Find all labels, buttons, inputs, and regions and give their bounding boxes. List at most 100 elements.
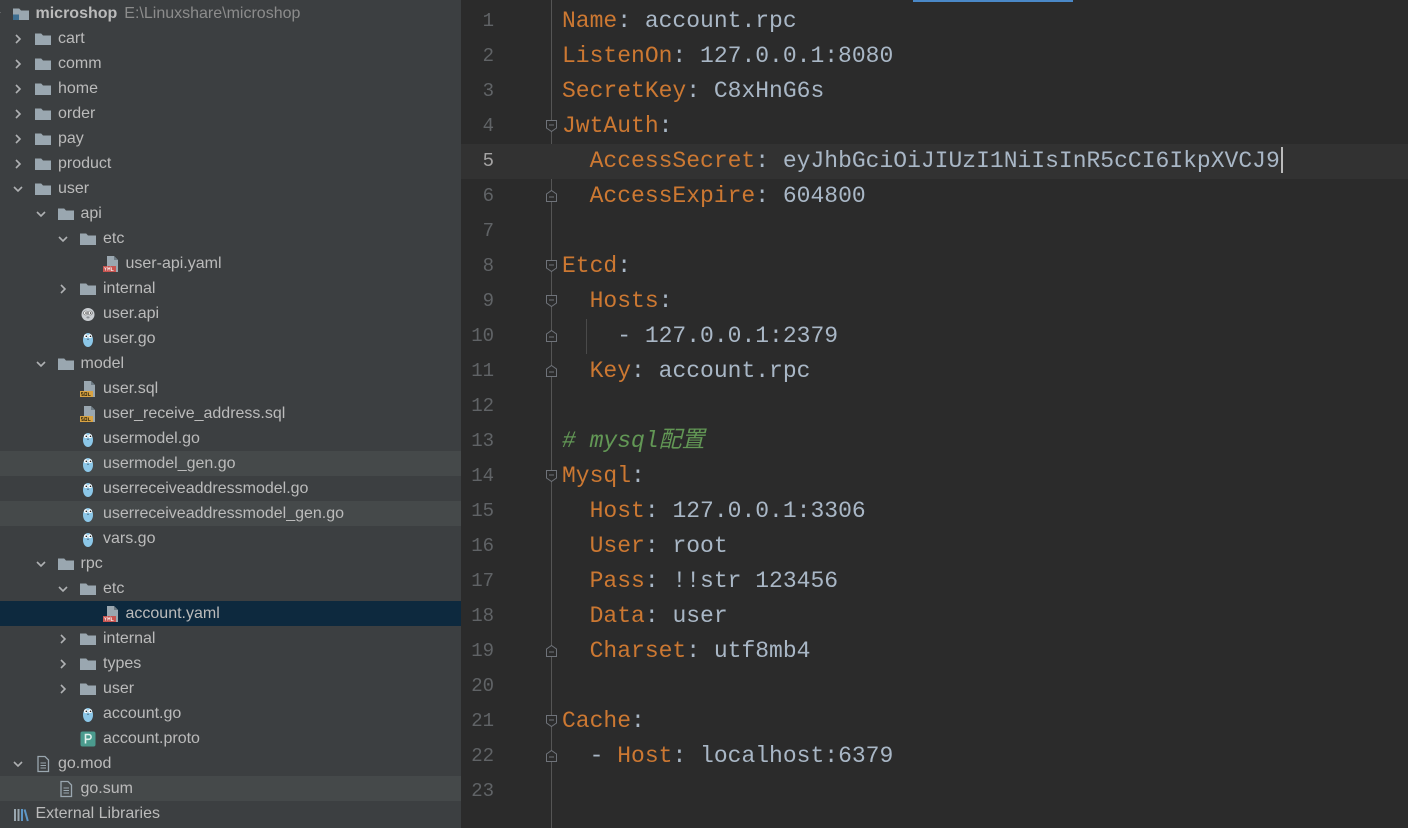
tree-item-label: rpc	[80, 555, 103, 572]
tree-item-usermodel-gen-go[interactable]: usermodel_gen.go	[0, 451, 461, 476]
chevron-down-icon[interactable]	[35, 358, 47, 370]
tree-item-text: account.go	[103, 701, 181, 726]
fold-end-icon[interactable]	[545, 749, 558, 763]
tree-item-account-go[interactable]: account.go	[0, 701, 461, 726]
fold-end-icon[interactable]	[545, 329, 558, 343]
tree-item-user-api[interactable]: user.api	[0, 301, 461, 326]
code-line[interactable]: 18 Data: user	[461, 599, 1408, 634]
code-line[interactable]: 10 - 127.0.0.1:2379	[461, 319, 1408, 354]
chevron-right-icon[interactable]	[57, 658, 69, 670]
code-line[interactable]: 12	[461, 389, 1408, 424]
chevron-right-icon[interactable]	[12, 33, 24, 45]
code-line[interactable]: 14 Mysql:	[461, 459, 1408, 494]
tree-item-user[interactable]: user	[0, 676, 461, 701]
tree-item-rpc[interactable]: rpc	[0, 551, 461, 576]
yaml-key: JwtAuth	[562, 112, 659, 139]
code-line[interactable]: 21 Cache:	[461, 704, 1408, 739]
tree-item-go-mod[interactable]: go.mod	[0, 751, 461, 776]
chevron-down-icon[interactable]	[57, 583, 69, 595]
code-line[interactable]: 8 Etcd:	[461, 249, 1408, 284]
code-line[interactable]: 6 AccessExpire: 604800	[461, 179, 1408, 214]
tree-item-cart[interactable]: cart	[0, 26, 461, 51]
chevron-right-icon[interactable]	[12, 58, 24, 70]
code-line[interactable]: 17 Pass: !!str 123456	[461, 564, 1408, 599]
code-line[interactable]: 3 SecretKey: C8xHnG6s	[461, 74, 1408, 109]
fold-start-icon[interactable]	[545, 294, 558, 308]
tree-item-internal[interactable]: internal	[0, 276, 461, 301]
tree-item-microshop[interactable]: microshop E:\Linuxshare\microshop	[0, 1, 461, 26]
tree-item-product[interactable]: product	[0, 151, 461, 176]
chevron-down-icon[interactable]	[35, 208, 47, 220]
tree-item-user[interactable]: user	[0, 176, 461, 201]
line-number: 21	[471, 709, 494, 732]
chevron-right-icon[interactable]	[12, 83, 24, 95]
code-line[interactable]: 2 ListenOn: 127.0.0.1:8080	[461, 39, 1408, 74]
tree-item-internal[interactable]: internal	[0, 626, 461, 651]
chevron-right-icon[interactable]	[12, 108, 24, 120]
tree-item-userreceiveaddressmodel-gen-go[interactable]: userreceiveaddressmodel_gen.go	[0, 501, 461, 526]
fold-end-icon[interactable]	[545, 189, 558, 203]
code-line[interactable]: 15 Host: 127.0.0.1:3306	[461, 494, 1408, 529]
fold-start-icon[interactable]	[545, 714, 558, 728]
chevron-right-icon[interactable]	[12, 133, 24, 145]
tree-item-vars-go[interactable]: vars.go	[0, 526, 461, 551]
chevron-right-icon[interactable]	[12, 158, 24, 170]
chevron-down-icon[interactable]	[35, 558, 47, 570]
code-line[interactable]: 20	[461, 669, 1408, 704]
code-lines[interactable]: 1 Name: account.rpc 2 ListenOn: 127.0.0.1:8…	[461, 4, 1408, 809]
tree-item-comm[interactable]: comm	[0, 51, 461, 76]
tree-item-text: microshop E:\Linuxshare\microshop	[36, 1, 301, 26]
code-line[interactable]: 7	[461, 214, 1408, 249]
code-line[interactable]: 23	[461, 774, 1408, 809]
tree-item-user-sql[interactable]: user.sql	[0, 376, 461, 401]
tree-item-order[interactable]: order	[0, 101, 461, 126]
tree-item-text: cart	[58, 26, 85, 51]
code-line[interactable]: 22 - Host: localhost:6379	[461, 739, 1408, 774]
fold-end-icon[interactable]	[545, 644, 558, 658]
code-editor[interactable]: 1 Name: account.rpc 2 ListenOn: 127.0.0.1:8…	[461, 0, 1408, 828]
code-line[interactable]: 4 JwtAuth:	[461, 109, 1408, 144]
tree-item-model[interactable]: model	[0, 351, 461, 376]
code-line[interactable]: 16 User: root	[461, 529, 1408, 564]
tree-item-user-go[interactable]: user.go	[0, 326, 461, 351]
tree-item-etc[interactable]: etc	[0, 226, 461, 251]
code-line[interactable]: 19 Charset: utf8mb4	[461, 634, 1408, 669]
tree-item-label: comm	[58, 55, 102, 72]
tree-item-api[interactable]: api	[0, 201, 461, 226]
tree-item-external-libraries[interactable]: External Libraries	[0, 801, 461, 826]
fold-start-icon[interactable]	[545, 119, 558, 133]
tree-item-user-receive-address-sql[interactable]: user_receive_address.sql	[0, 401, 461, 426]
fold-start-icon[interactable]	[545, 259, 558, 273]
chevron-right-icon[interactable]	[57, 283, 69, 295]
chevron-right-icon[interactable]	[57, 633, 69, 645]
tree-item-types[interactable]: types	[0, 651, 461, 676]
tree-item-usermodel-go[interactable]: usermodel.go	[0, 426, 461, 451]
tree-item-userreceiveaddressmodel-go[interactable]: userreceiveaddressmodel.go	[0, 476, 461, 501]
chevron-right-icon[interactable]	[57, 683, 69, 695]
fold-start-icon[interactable]	[545, 469, 558, 483]
tree-item-etc[interactable]: etc	[0, 576, 461, 601]
code-line[interactable]: 1 Name: account.rpc	[461, 4, 1408, 39]
chevron-down-icon[interactable]	[57, 233, 69, 245]
chevron-right-icon[interactable]	[0, 808, 2, 820]
tree-item-label: product	[58, 155, 112, 172]
tree-item-pay[interactable]: pay	[0, 126, 461, 151]
chevron-down-icon[interactable]	[0, 8, 2, 20]
code-line[interactable]: 13 # mysql配置	[461, 424, 1408, 459]
chevron-down-icon[interactable]	[12, 183, 24, 195]
code-line[interactable]: 11 Key: account.rpc	[461, 354, 1408, 389]
project-tree-panel: microshop E:\Linuxshare\microshop cart comm…	[0, 0, 461, 828]
folder-icon	[79, 230, 97, 248]
code-line[interactable]: 9 Hosts:	[461, 284, 1408, 319]
fold-end-icon[interactable]	[545, 364, 558, 378]
tree-item-home[interactable]: home	[0, 76, 461, 101]
tree-item-label: internal	[103, 280, 156, 297]
chevron-down-icon[interactable]	[12, 758, 24, 770]
tree-item-go-sum[interactable]: go.sum	[0, 776, 461, 801]
tree-item-user-api-yaml[interactable]: user-api.yaml	[0, 251, 461, 276]
code-line[interactable]: 5 AccessSecret: eyJhbGciOiJIUzI1NiIsInR5…	[461, 143, 1408, 179]
tree-item-text: user	[103, 676, 134, 701]
tree-item-account-yaml[interactable]: account.yaml	[0, 601, 461, 626]
tree-item-account-proto[interactable]: account.proto	[0, 726, 461, 751]
